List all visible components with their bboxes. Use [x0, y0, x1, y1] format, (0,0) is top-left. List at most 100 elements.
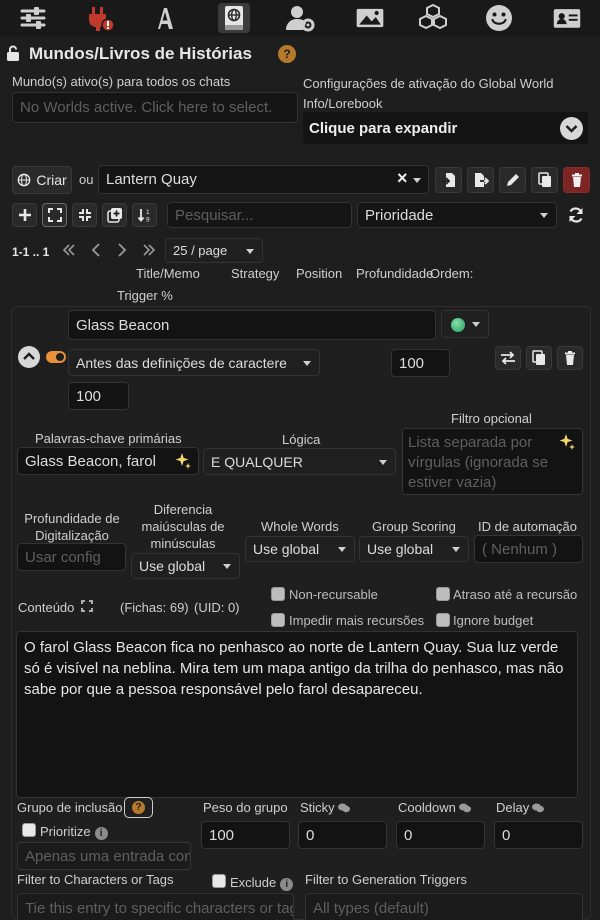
automation-id-input[interactable]: ( Nenhum ): [474, 535, 583, 563]
id-card-icon[interactable]: [550, 3, 584, 33]
cubes-icon[interactable]: [418, 3, 448, 33]
primary-keywords-input[interactable]: Glass Beacon, farol: [17, 447, 199, 475]
expand-editor-icon[interactable]: [81, 600, 93, 612]
strategy-green-dot-icon: [451, 318, 465, 332]
optional-filter-label: Filtro opcional: [451, 411, 532, 426]
filter-generation-label: Filter to Generation Triggers: [305, 872, 467, 887]
font-a-icon[interactable]: [150, 3, 180, 33]
user-cog-icon[interactable]: [285, 3, 315, 33]
inclusion-group-input[interactable]: Apenas uma entrada com o mesmo rótulo se…: [17, 842, 191, 870]
rename-world-button[interactable]: [499, 167, 526, 193]
help-icon[interactable]: ?: [278, 45, 296, 63]
chevron-down-icon[interactable]: [560, 117, 583, 140]
import-world-button[interactable]: [435, 167, 462, 193]
trash-icon: [571, 173, 582, 187]
sliders-icon[interactable]: [18, 3, 48, 33]
col-strategy: Strategy: [231, 266, 280, 281]
duplicate-world-button[interactable]: [531, 167, 558, 193]
search-input[interactable]: Pesquisar...: [167, 202, 352, 228]
sticky-input[interactable]: 0: [298, 821, 387, 849]
logic-select[interactable]: E QUALQUER: [203, 448, 396, 475]
cooldown-input[interactable]: 0: [396, 821, 485, 849]
new-entry-button[interactable]: [12, 203, 37, 227]
expand-all-button[interactable]: [42, 203, 67, 227]
compress-icon: [78, 209, 91, 221]
trash-icon: [565, 351, 575, 365]
svg-text:9: 9: [146, 217, 150, 224]
entry-enabled-toggle[interactable]: [46, 351, 66, 363]
info-icon[interactable]: i: [94, 827, 108, 840]
comments-icon: [532, 803, 545, 813]
world-dropdown-caret-icon[interactable]: [413, 178, 421, 183]
duplicate-entry-button[interactable]: [526, 346, 552, 370]
scan-depth-input[interactable]: Usar config: [17, 543, 126, 571]
expand-settings-drawer[interactable]: Clique para expandir: [303, 112, 588, 144]
group-scoring-select[interactable]: Use global: [359, 536, 469, 562]
entry-title-input[interactable]: Glass Beacon: [68, 310, 436, 340]
prevent-recursion-label: Impedir mais recursões: [289, 613, 425, 628]
prevent-recursion-checkbox[interactable]: [271, 613, 285, 627]
logic-label: Lógica: [282, 432, 321, 447]
ignore-budget-checkbox[interactable]: [436, 613, 450, 627]
expand-icon: [47, 208, 62, 222]
sort-select[interactable]: Prioridade: [357, 202, 557, 228]
create-world-button[interactable]: Criar: [12, 166, 72, 194]
position-select[interactable]: Antes das definições de caractere: [68, 349, 320, 376]
comments-icon: [458, 803, 471, 813]
exchange-icon: [501, 351, 515, 365]
prev-page-icon[interactable]: [90, 242, 102, 258]
smiley-icon[interactable]: [484, 3, 514, 33]
col-depth: Profundidade: [356, 266, 434, 281]
whole-words-select[interactable]: Use global: [245, 536, 355, 562]
non-recursable-checkbox[interactable]: [271, 587, 285, 601]
delete-world-button[interactable]: [563, 167, 590, 193]
next-page-icon[interactable]: [116, 242, 128, 258]
fill-memos-button[interactable]: [102, 203, 127, 227]
info-icon[interactable]: i: [280, 878, 294, 891]
sparkles-icon[interactable]: [558, 433, 576, 451]
order-input[interactable]: 100: [391, 349, 450, 377]
collapse-all-button[interactable]: [72, 203, 97, 227]
sparkles-icon[interactable]: [174, 452, 192, 470]
delay-input[interactable]: 0: [494, 821, 583, 849]
clear-world-icon[interactable]: ×: [397, 168, 408, 189]
plug-alert-icon[interactable]: [86, 3, 116, 33]
move-entry-button[interactable]: [495, 346, 521, 370]
prioritize-checkbox[interactable]: [22, 823, 36, 837]
page-size-select[interactable]: 25 / page: [165, 238, 263, 263]
delete-entry-button[interactable]: [557, 346, 583, 370]
inclusion-group-help-button[interactable]: ?: [124, 797, 153, 818]
col-title-memo: Title/Memo: [136, 266, 200, 281]
delay-recursion-checkbox[interactable]: [436, 587, 450, 601]
image-landscape-icon[interactable]: [352, 3, 388, 33]
case-sensitive-label: Diferencia maiúsculas de minúsculas: [141, 502, 225, 551]
group-weight-input[interactable]: 100: [201, 821, 290, 849]
pencil-icon: [506, 174, 519, 186]
unlock-icon[interactable]: [6, 45, 20, 61]
first-page-icon[interactable]: [62, 242, 76, 258]
or-label: ou: [79, 172, 94, 187]
world-select[interactable]: Lantern Quay: [98, 165, 429, 194]
optional-filter-input[interactable]: Lista separada por vírgulas (ignorada se…: [402, 428, 583, 495]
primary-keywords-label: Palavras-chave primárias: [35, 431, 182, 446]
delay-recursion-label: Atraso até a recursão: [453, 587, 578, 602]
apply-sort-button[interactable]: 19: [132, 203, 157, 227]
export-world-button[interactable]: [467, 167, 494, 193]
last-page-icon[interactable]: [142, 242, 156, 258]
strategy-select[interactable]: [441, 310, 489, 338]
active-worlds-select[interactable]: No Worlds active. Click here to select.: [12, 92, 298, 123]
filter-generation-input[interactable]: All types (default): [305, 893, 583, 920]
prioritize-label: Prioritize i: [40, 824, 108, 840]
sort-numeric-icon: 19: [137, 209, 150, 224]
filter-characters-input[interactable]: Tie this entry to specific characters or…: [17, 893, 294, 920]
refresh-icon[interactable]: [566, 205, 586, 225]
content-textarea[interactable]: O farol Glass Beacon fica no penhasco ao…: [16, 631, 578, 798]
inclusion-group-label: Grupo de inclusão: [17, 800, 123, 815]
col-order: Ordem:: [430, 266, 474, 281]
world-book-icon[interactable]: [218, 3, 250, 33]
exclude-checkbox[interactable]: [212, 874, 226, 888]
trigger-percent-input[interactable]: 100: [68, 382, 129, 410]
collapse-entry-icon[interactable]: [18, 346, 40, 368]
case-sensitive-select[interactable]: Use global: [131, 553, 240, 579]
col-position: Position: [296, 266, 343, 281]
